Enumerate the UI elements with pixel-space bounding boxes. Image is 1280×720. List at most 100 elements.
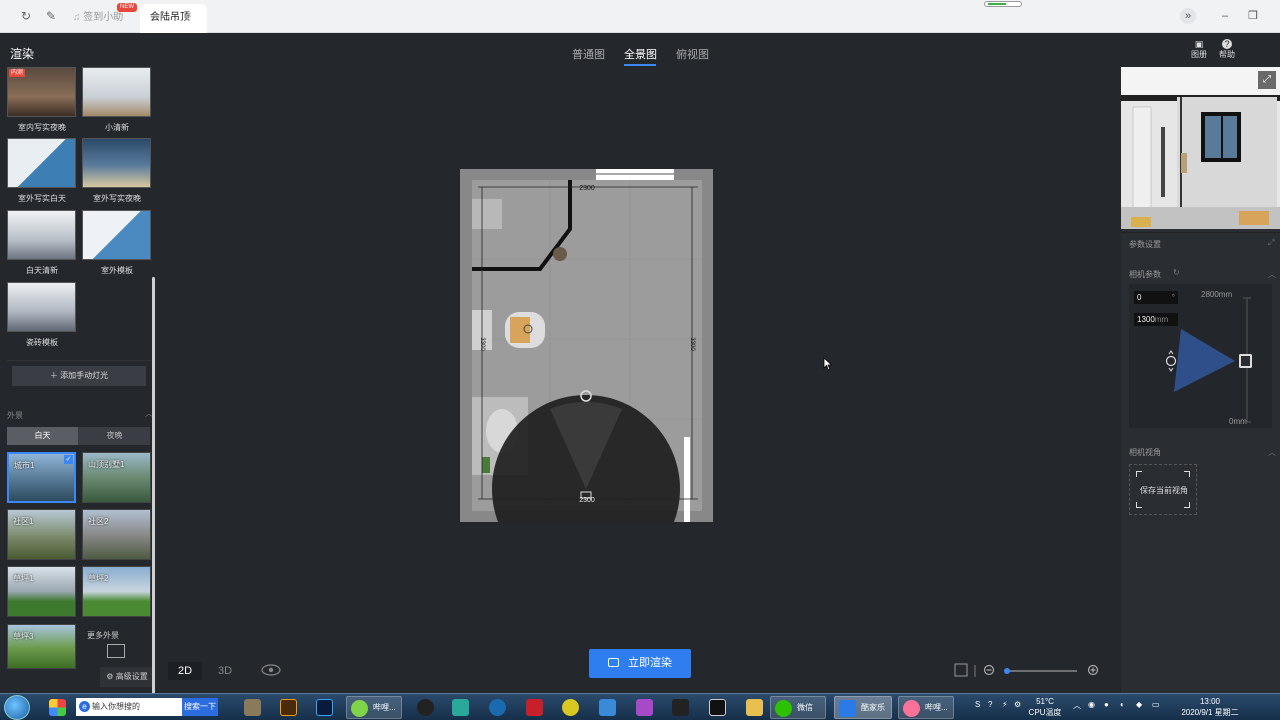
progress-indicator	[984, 1, 1022, 7]
tab-label: 会陆吊顶	[150, 12, 190, 23]
tray-icon-1[interactable]: ◉	[1088, 700, 1095, 709]
taskbar-app-autocad[interactable]	[522, 696, 544, 719]
page-title: 渲染	[10, 47, 35, 61]
style-thumb-outdoor-night[interactable]	[82, 138, 151, 188]
style-thumb-outdoor-day[interactable]	[7, 138, 76, 188]
advanced-settings-button[interactable]: ⚙ 高级设置	[100, 667, 154, 687]
camera-pivot-handle[interactable]	[1165, 355, 1177, 367]
tray-icon-2[interactable]: ●	[1104, 700, 1109, 709]
style-label: 小清新	[105, 123, 129, 132]
tray-icon-settings[interactable]: ⚙	[1014, 700, 1021, 709]
style-thumb-fresh[interactable]	[82, 67, 151, 117]
reset-icon[interactable]: ↻	[1173, 268, 1180, 277]
fit-view-icon[interactable]	[954, 663, 968, 677]
outdoor-community1[interactable]: 社区1	[7, 509, 76, 560]
outdoor-hilltop[interactable]: 山顶别墅1	[82, 452, 151, 503]
zoom-controls	[954, 663, 1099, 677]
taskbar-app-8[interactable]	[668, 696, 690, 719]
taskbar-app-4[interactable]	[485, 696, 507, 719]
style-label: 室外写实夜晚	[93, 194, 141, 203]
outdoor-lawn1[interactable]: 草坪1	[7, 566, 76, 617]
chevron-up-icon[interactable]: ︿	[1268, 269, 1276, 280]
taskbar-app-5[interactable]	[558, 696, 580, 719]
eye-icon[interactable]	[260, 663, 282, 677]
headset-icon: ♫	[73, 12, 81, 23]
sink	[510, 317, 530, 343]
image-icon: ▣	[1194, 39, 1204, 49]
tray-icon-5[interactable]: ▭	[1152, 700, 1160, 709]
taskbar-app-bilibili-2[interactable]: 哔哩...	[898, 696, 954, 719]
taskbar-app-illustrator[interactable]	[276, 696, 298, 719]
day-option[interactable]: 白天	[7, 427, 78, 445]
mode-2d-button[interactable]: 2D	[168, 662, 202, 680]
active-tab-indicator	[624, 64, 656, 66]
taskbar-app-qq[interactable]	[413, 696, 435, 719]
zoom-slider-handle[interactable]	[1004, 668, 1010, 674]
more-outdoor-button[interactable]: 更多外景	[82, 624, 151, 669]
search-button[interactable]: 搜索一下	[182, 698, 218, 716]
taskbar-app-bilibili-1[interactable]: 哔哩...	[346, 696, 402, 719]
image-icon	[107, 644, 125, 658]
pin-icon[interactable]: ✎	[44, 9, 58, 23]
expand-icon[interactable]: ⤢	[1268, 238, 1274, 248]
floor-drain	[553, 247, 567, 261]
dimension-top: 2300	[579, 185, 595, 192]
restore-button[interactable]: ❐	[1245, 8, 1261, 24]
night-option[interactable]: 夜晚	[79, 427, 150, 445]
tray-icon-help[interactable]: ?	[988, 700, 992, 709]
style-thumb-outdoor-template[interactable]	[82, 210, 151, 260]
gallery-button[interactable]: ▣ 图册	[1188, 38, 1210, 60]
system-clock[interactable]: 13:00 2020/9/1 星期二	[1170, 696, 1250, 718]
dimension-right: 3300	[689, 337, 695, 351]
taskbar-app-epic[interactable]	[705, 696, 727, 719]
tray-icon-4[interactable]: ◆	[1136, 700, 1142, 709]
tray-expand-icon[interactable]: ︿	[1073, 700, 1081, 711]
refresh-icon[interactable]: ↻	[19, 9, 33, 23]
tray-icon-3[interactable]: ◐	[1120, 700, 1125, 709]
style-thumb-indoor-night[interactable]: 内测	[7, 67, 76, 117]
outdoor-lawn3[interactable]: 草坪3	[7, 624, 76, 669]
tab-close-icon[interactable]: ×	[186, 9, 192, 23]
tab-normal[interactable]: 普通图	[572, 46, 605, 62]
minimize-button[interactable]: –	[1217, 8, 1233, 24]
taskbar-app-explorer[interactable]	[742, 696, 764, 719]
camera-diagram[interactable]	[1129, 284, 1272, 428]
taskbar-app-3[interactable]	[448, 696, 470, 719]
taskbar-app-browser[interactable]	[45, 696, 67, 719]
taskbar-app-7[interactable]	[632, 696, 654, 719]
chevron-down-icon[interactable]: »	[1180, 8, 1196, 24]
taskbar-app-tools[interactable]	[240, 696, 262, 719]
render-now-button[interactable]: 立即渲染	[589, 649, 691, 678]
tab-panorama[interactable]: 全景图	[624, 46, 657, 62]
section-title: 相机参数	[1129, 270, 1161, 279]
start-button[interactable]	[4, 695, 30, 720]
floor-plan-canvas[interactable]: 2300 3300 3300 2300 2D 3D 立即渲染	[160, 67, 1121, 693]
taskbar-app-6[interactable]	[595, 696, 617, 719]
style-label: 室外模板	[101, 266, 133, 275]
scrollbar[interactable]	[152, 277, 155, 720]
mode-3d-button[interactable]: 3D	[218, 665, 232, 677]
taskbar-app-wechat[interactable]: 微信	[770, 696, 826, 719]
tray-icon-s[interactable]: S	[975, 700, 980, 709]
chevron-up-icon[interactable]: ︿	[1268, 447, 1276, 458]
floor-plan[interactable]: 2300 3300 3300 2300	[460, 169, 713, 522]
outdoor-lawn2[interactable]: 草坪2	[82, 566, 151, 617]
style-thumb-day-fresh[interactable]	[7, 210, 76, 260]
save-view-button[interactable]: 保存当前视角	[1129, 464, 1197, 515]
tab-topview[interactable]: 俯视图	[676, 46, 709, 62]
style-thumb-tile-template[interactable]	[7, 282, 76, 332]
help-button[interactable]: ? 帮助	[1216, 38, 1238, 60]
taskbar-app-kujiale[interactable]: 酷家乐	[834, 696, 892, 719]
taskbar-app-photoshop[interactable]	[312, 696, 334, 719]
outdoor-city1[interactable]: 城市1 ✓	[7, 452, 76, 503]
outdoor-community2[interactable]: 社区2	[82, 509, 151, 560]
expand-icon[interactable]: ⤢	[1258, 71, 1276, 89]
section-title: 外景	[7, 411, 23, 420]
style-label: 瓷砖模板	[26, 338, 58, 347]
add-light-button[interactable]: ＋ 添加手动灯光	[12, 366, 146, 386]
help-icon: ?	[1222, 39, 1232, 49]
tab-active[interactable]: 会陆吊顶	[140, 4, 207, 33]
render-preview[interactable]	[1121, 67, 1280, 229]
search-input[interactable]: e 输入你想搜的	[76, 698, 182, 716]
tray-icon-wifi[interactable]: ⚡	[1002, 700, 1008, 709]
